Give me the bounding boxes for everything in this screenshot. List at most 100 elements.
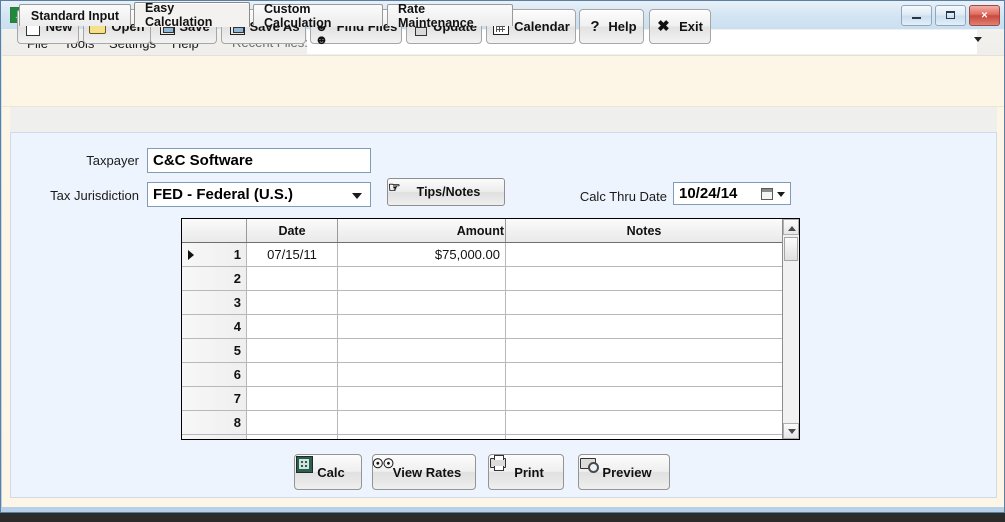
table-row[interactable]: 2 [182, 266, 783, 291]
table-row[interactable] [182, 434, 783, 439]
minimize-icon [912, 17, 921, 19]
maximize-icon [946, 11, 955, 19]
cell-date[interactable] [246, 266, 338, 291]
row-selector[interactable]: 7 [182, 386, 247, 411]
row-number: 3 [233, 295, 241, 310]
tab-standard-input-label: Standard Input [30, 8, 120, 23]
cell-notes[interactable] [505, 410, 783, 435]
scrollbar-thumb[interactable] [784, 237, 798, 261]
cell-date[interactable] [246, 410, 338, 435]
toolbar [2, 56, 1004, 107]
tax-jurisdiction-select[interactable]: FED - Federal (U.S.) [147, 182, 371, 207]
cell-amount[interactable] [337, 434, 506, 439]
preview-button[interactable]: Preview [578, 454, 670, 490]
close-button[interactable]: × [969, 5, 1000, 26]
print-button[interactable]: Print [488, 454, 564, 490]
window-controls: × [901, 5, 1000, 26]
table-row[interactable]: 5 [182, 338, 783, 363]
chevron-down-icon [352, 192, 362, 199]
maximize-button[interactable] [935, 5, 966, 26]
cell-amount[interactable] [337, 338, 506, 363]
cell-notes[interactable] [505, 242, 783, 267]
row-selector[interactable]: 2 [182, 266, 247, 291]
row-selector[interactable]: 1 [182, 242, 247, 267]
cell-notes[interactable] [505, 266, 783, 291]
column-header-notes[interactable]: Notes [505, 219, 783, 243]
cell-notes[interactable] [505, 314, 783, 339]
toolbar-exit[interactable]: ✖ Exit [649, 9, 711, 44]
cell-amount[interactable] [337, 386, 506, 411]
cell-notes[interactable] [505, 338, 783, 363]
chevron-down-icon[interactable] [777, 192, 785, 197]
tax-jurisdiction-label: Tax Jurisdiction [50, 188, 139, 203]
cell-date[interactable] [246, 386, 338, 411]
table-row[interactable]: 6 [182, 362, 783, 387]
calc-thru-date-input[interactable]: 10/24/14 [673, 182, 791, 205]
tips-notes-button[interactable]: ☞ Tips/Notes [387, 178, 505, 206]
row-selector[interactable] [182, 434, 247, 439]
table-row[interactable]: 1 07/15/11 $75,000.00 [182, 242, 783, 267]
tab-custom-calculation[interactable]: Custom Calculation [253, 2, 383, 30]
tab-strip [2, 107, 1004, 133]
tab-rate-maintenance-label: Rate Maintenance [398, 1, 474, 30]
row-selector[interactable]: 5 [182, 338, 247, 363]
cell-date[interactable] [246, 290, 338, 315]
chevron-down-icon[interactable] [974, 37, 982, 42]
print-button-label: Print [514, 464, 544, 480]
panel-left-border [2, 107, 10, 507]
toolbar-exit-label: Exit [679, 19, 703, 34]
cell-date[interactable] [246, 338, 338, 363]
current-row-arrow-icon [188, 249, 194, 260]
view-rates-button-label: View Rates [392, 464, 462, 480]
row-number: 7 [233, 391, 241, 406]
table-row[interactable]: 8 [182, 410, 783, 435]
row-selector[interactable]: 8 [182, 410, 247, 435]
cell-amount[interactable] [337, 362, 506, 387]
calc-button[interactable]: Calc [294, 454, 362, 490]
entries-grid[interactable]: Date Amount Notes 1 07/15/11 $75,000.00 … [181, 218, 800, 440]
cell-date[interactable] [246, 434, 338, 439]
table-row[interactable]: 4 [182, 314, 783, 339]
cell-notes[interactable] [505, 362, 783, 387]
calc-thru-date-value: 10/24/14 [679, 185, 738, 202]
cell-amount[interactable] [337, 410, 506, 435]
scroll-down-button[interactable] [783, 423, 799, 439]
cell-notes[interactable] [505, 434, 783, 439]
row-selector[interactable]: 6 [182, 362, 247, 387]
tab-standard-input[interactable]: Standard Input [19, 4, 131, 26]
cell-amount[interactable]: $75,000.00 [337, 242, 506, 267]
cell-date[interactable]: 07/15/11 [246, 242, 338, 267]
cell-date[interactable] [246, 314, 338, 339]
cell-amount[interactable] [337, 314, 506, 339]
entries-table: Date Amount Notes 1 07/15/11 $75,000.00 … [182, 219, 783, 439]
row-number: 8 [233, 415, 241, 430]
calendar-icon[interactable] [761, 188, 773, 200]
question-mark-icon: ? [590, 18, 600, 35]
table-row[interactable]: 3 [182, 290, 783, 315]
cell-notes[interactable] [505, 290, 783, 315]
view-rates-button[interactable]: ☉☉ View Rates [372, 454, 476, 490]
cell-notes[interactable] [505, 386, 783, 411]
toolbar-calendar-label: Calendar [514, 19, 570, 34]
tax-jurisdiction-value: FED - Federal (U.S.) [153, 186, 294, 203]
table-row[interactable]: 7 [182, 386, 783, 411]
cell-amount[interactable] [337, 266, 506, 291]
row-selector[interactable]: 3 [182, 290, 247, 315]
row-number: 1 [233, 247, 241, 262]
scroll-up-button[interactable] [783, 219, 799, 235]
tab-easy-calculation[interactable]: Easy Calculation [134, 1, 250, 29]
column-header-amount[interactable]: Amount [337, 219, 506, 243]
row-selector[interactable]: 4 [182, 314, 247, 339]
minimize-button[interactable] [901, 5, 932, 26]
tab-rate-maintenance[interactable]: Rate Maintenance [387, 2, 513, 30]
grid-vertical-scrollbar[interactable] [782, 219, 799, 439]
cell-date[interactable] [246, 362, 338, 387]
taxpayer-input[interactable]: C&C Software [147, 148, 371, 173]
column-header-date[interactable]: Date [246, 219, 338, 243]
toolbar-help[interactable]: ? Help [579, 9, 644, 44]
x-close-icon: ✖ [657, 18, 670, 35]
toolbar-help-label: Help [608, 19, 637, 34]
panel-bottom-border [2, 498, 1004, 507]
cell-amount[interactable] [337, 290, 506, 315]
close-icon: × [981, 9, 988, 21]
